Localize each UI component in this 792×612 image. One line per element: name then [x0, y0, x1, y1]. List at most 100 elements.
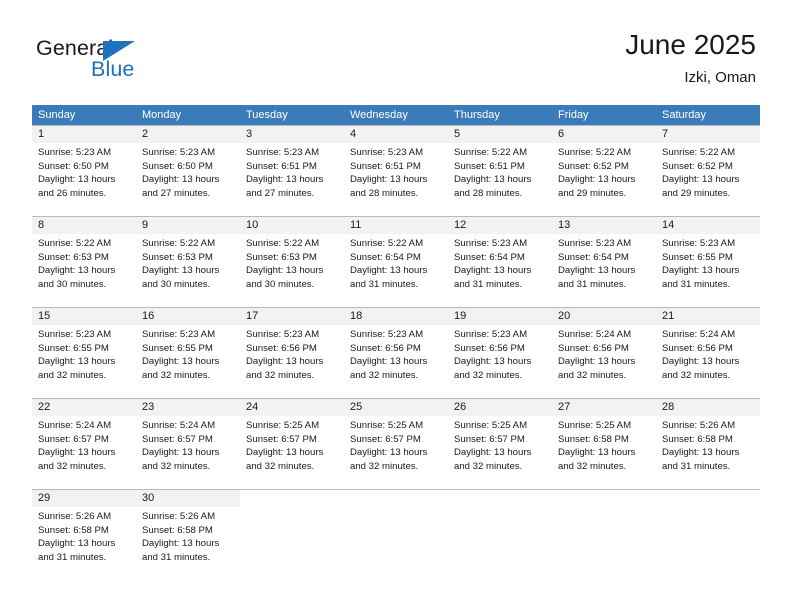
day-number-band: 5	[448, 126, 552, 143]
day-cell[interactable]: 13 Sunrise: 5:23 AM Sunset: 6:54 PM Dayl…	[552, 217, 656, 307]
day-cell[interactable]: 17 Sunrise: 5:23 AM Sunset: 6:56 PM Dayl…	[240, 308, 344, 398]
daylight-text-line1: Daylight: 13 hours	[350, 447, 428, 459]
day-cell[interactable]: 3 Sunrise: 5:23 AM Sunset: 6:51 PM Dayli…	[240, 126, 344, 216]
day-cell[interactable]: 16 Sunrise: 5:23 AM Sunset: 6:55 PM Dayl…	[136, 308, 240, 398]
daylight-text-line1: Daylight: 13 hours	[350, 265, 428, 277]
day-number-band: 27	[552, 399, 656, 416]
day-cell[interactable]: 14 Sunrise: 5:23 AM Sunset: 6:55 PM Dayl…	[656, 217, 760, 307]
day-cell[interactable]: 28 Sunrise: 5:26 AM Sunset: 6:58 PM Dayl…	[656, 399, 760, 489]
sunset-text: Sunset: 6:56 PM	[558, 342, 629, 354]
day-cell[interactable]: 24 Sunrise: 5:25 AM Sunset: 6:57 PM Dayl…	[240, 399, 344, 489]
daylight-text-line2: and 31 minutes.	[38, 551, 107, 563]
daylight-text-line2: and 29 minutes.	[662, 187, 731, 199]
sunset-text: Sunset: 6:57 PM	[246, 433, 317, 445]
day-number: 16	[142, 310, 155, 322]
day-cell[interactable]: 6 Sunrise: 5:22 AM Sunset: 6:52 PM Dayli…	[552, 126, 656, 216]
day-details: Sunrise: 5:24 AM Sunset: 6:56 PM Dayligh…	[552, 325, 656, 382]
sunset-text: Sunset: 6:57 PM	[142, 433, 213, 445]
day-number-band	[448, 490, 552, 507]
daylight-text-line2: and 27 minutes.	[142, 187, 211, 199]
sunrise-text: Sunrise: 5:24 AM	[662, 329, 736, 340]
day-number: 10	[246, 219, 259, 231]
day-cell[interactable]: 8 Sunrise: 5:22 AM Sunset: 6:53 PM Dayli…	[32, 217, 136, 307]
sunrise-text: Sunrise: 5:24 AM	[38, 420, 112, 431]
day-details: Sunrise: 5:22 AM Sunset: 6:52 PM Dayligh…	[656, 143, 760, 200]
day-number-band: 29	[32, 490, 136, 507]
day-cell[interactable]: 1 Sunrise: 5:23 AM Sunset: 6:50 PM Dayli…	[32, 126, 136, 216]
daylight-text-line2: and 32 minutes.	[38, 369, 107, 381]
day-details: Sunrise: 5:23 AM Sunset: 6:56 PM Dayligh…	[344, 325, 448, 382]
day-number-band: 24	[240, 399, 344, 416]
day-cell[interactable]: 20 Sunrise: 5:24 AM Sunset: 6:56 PM Dayl…	[552, 308, 656, 398]
daylight-text-line1: Daylight: 13 hours	[38, 447, 116, 459]
sunset-text: Sunset: 6:53 PM	[246, 251, 317, 263]
day-number: 27	[558, 401, 571, 413]
day-number: 30	[142, 492, 155, 504]
day-cell[interactable]: 10 Sunrise: 5:22 AM Sunset: 6:53 PM Dayl…	[240, 217, 344, 307]
day-cell[interactable]: 15 Sunrise: 5:23 AM Sunset: 6:55 PM Dayl…	[32, 308, 136, 398]
day-number-band	[552, 490, 656, 507]
daylight-text-line2: and 31 minutes.	[454, 278, 523, 290]
sunrise-text: Sunrise: 5:23 AM	[454, 329, 528, 340]
day-cell[interactable]: 22 Sunrise: 5:24 AM Sunset: 6:57 PM Dayl…	[32, 399, 136, 489]
day-cell[interactable]: 30 Sunrise: 5:26 AM Sunset: 6:58 PM Dayl…	[136, 490, 240, 577]
daylight-text-line1: Daylight: 13 hours	[246, 265, 324, 277]
day-cell[interactable]: 12 Sunrise: 5:23 AM Sunset: 6:54 PM Dayl…	[448, 217, 552, 307]
day-number-band: 28	[656, 399, 760, 416]
day-number: 6	[558, 128, 565, 140]
day-cell[interactable]: 19 Sunrise: 5:23 AM Sunset: 6:56 PM Dayl…	[448, 308, 552, 398]
day-cell[interactable]: 5 Sunrise: 5:22 AM Sunset: 6:51 PM Dayli…	[448, 126, 552, 216]
weekday-header-row: Sunday Monday Tuesday Wednesday Thursday…	[32, 105, 760, 125]
sunrise-text: Sunrise: 5:25 AM	[454, 420, 528, 431]
sunset-text: Sunset: 6:56 PM	[662, 342, 733, 354]
day-number-band: 22	[32, 399, 136, 416]
sunset-text: Sunset: 6:55 PM	[142, 342, 213, 354]
day-cell[interactable]: 25 Sunrise: 5:25 AM Sunset: 6:57 PM Dayl…	[344, 399, 448, 489]
day-number: 28	[662, 401, 675, 413]
day-number: 14	[662, 219, 675, 231]
sunset-text: Sunset: 6:54 PM	[558, 251, 629, 263]
day-cell[interactable]: 23 Sunrise: 5:24 AM Sunset: 6:57 PM Dayl…	[136, 399, 240, 489]
sunset-text: Sunset: 6:50 PM	[38, 160, 109, 172]
day-cell-empty	[552, 490, 656, 577]
brand-logo[interactable]: General Blue	[36, 36, 216, 92]
day-details: Sunrise: 5:22 AM Sunset: 6:51 PM Dayligh…	[448, 143, 552, 200]
day-cell[interactable]: 9 Sunrise: 5:22 AM Sunset: 6:53 PM Dayli…	[136, 217, 240, 307]
day-number: 13	[558, 219, 571, 231]
day-number: 1	[38, 128, 45, 140]
day-cell[interactable]: 2 Sunrise: 5:23 AM Sunset: 6:50 PM Dayli…	[136, 126, 240, 216]
day-cell[interactable]: 7 Sunrise: 5:22 AM Sunset: 6:52 PM Dayli…	[656, 126, 760, 216]
day-cell[interactable]: 11 Sunrise: 5:22 AM Sunset: 6:54 PM Dayl…	[344, 217, 448, 307]
day-cell-empty	[240, 490, 344, 577]
daylight-text-line1: Daylight: 13 hours	[350, 174, 428, 186]
weekday-header-wednesday: Wednesday	[350, 109, 408, 121]
page-subtitle: Izki, Oman	[684, 69, 756, 86]
sunrise-text: Sunrise: 5:25 AM	[246, 420, 320, 431]
sunset-text: Sunset: 6:56 PM	[246, 342, 317, 354]
day-details: Sunrise: 5:25 AM Sunset: 6:57 PM Dayligh…	[448, 416, 552, 473]
sunrise-text: Sunrise: 5:22 AM	[246, 238, 320, 249]
daylight-text-line1: Daylight: 13 hours	[142, 174, 220, 186]
day-details: Sunrise: 5:26 AM Sunset: 6:58 PM Dayligh…	[32, 507, 136, 564]
day-number-band: 17	[240, 308, 344, 325]
sunset-text: Sunset: 6:52 PM	[662, 160, 733, 172]
day-cell[interactable]: 27 Sunrise: 5:25 AM Sunset: 6:58 PM Dayl…	[552, 399, 656, 489]
day-cell[interactable]: 29 Sunrise: 5:26 AM Sunset: 6:58 PM Dayl…	[32, 490, 136, 577]
day-cell[interactable]: 26 Sunrise: 5:25 AM Sunset: 6:57 PM Dayl…	[448, 399, 552, 489]
day-number-band: 19	[448, 308, 552, 325]
daylight-text-line1: Daylight: 13 hours	[246, 174, 324, 186]
day-cell[interactable]: 21 Sunrise: 5:24 AM Sunset: 6:56 PM Dayl…	[656, 308, 760, 398]
daylight-text-line2: and 32 minutes.	[350, 369, 419, 381]
day-number: 26	[454, 401, 467, 413]
daylight-text-line2: and 32 minutes.	[38, 460, 107, 472]
weekday-header-thursday: Thursday	[454, 109, 500, 121]
day-number-band: 18	[344, 308, 448, 325]
day-cell[interactable]: 4 Sunrise: 5:23 AM Sunset: 6:51 PM Dayli…	[344, 126, 448, 216]
sunrise-text: Sunrise: 5:25 AM	[558, 420, 632, 431]
day-cell[interactable]: 18 Sunrise: 5:23 AM Sunset: 6:56 PM Dayl…	[344, 308, 448, 398]
day-number: 20	[558, 310, 571, 322]
week-row: 15 Sunrise: 5:23 AM Sunset: 6:55 PM Dayl…	[32, 307, 760, 398]
sunrise-text: Sunrise: 5:22 AM	[662, 147, 736, 158]
day-number-band: 1	[32, 126, 136, 143]
sunset-text: Sunset: 6:57 PM	[350, 433, 421, 445]
